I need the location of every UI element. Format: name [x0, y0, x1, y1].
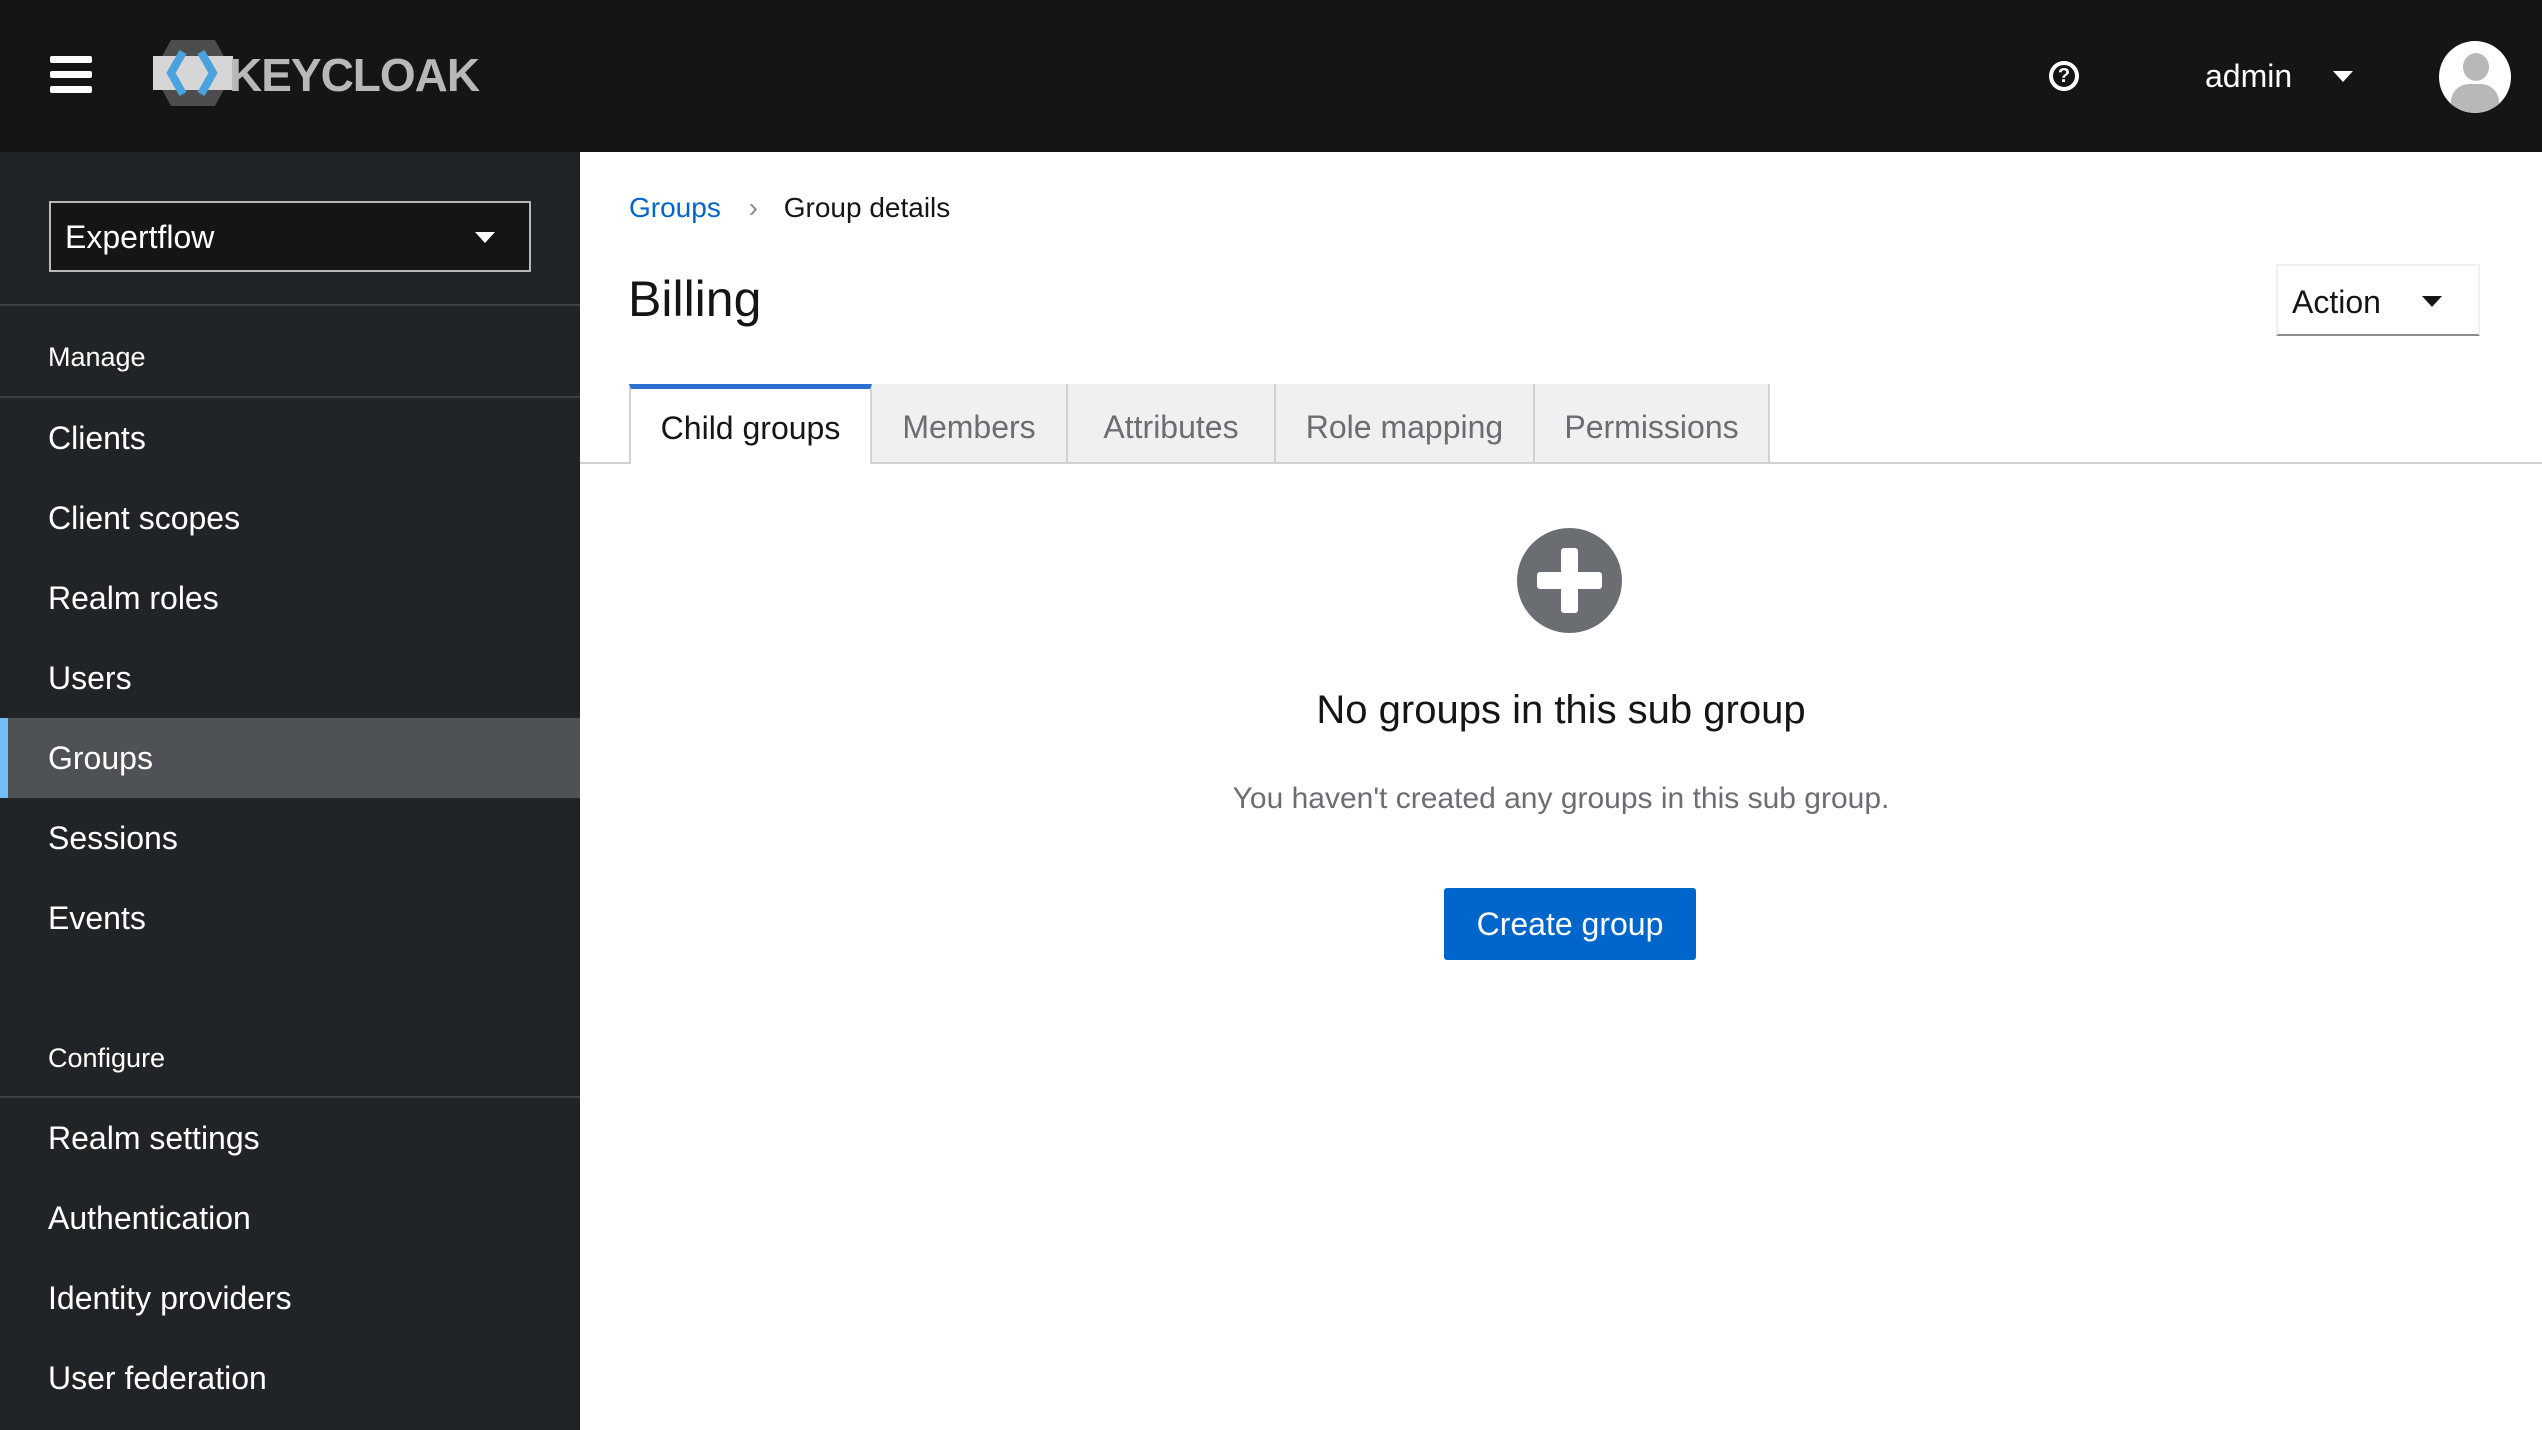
sidebar-item-clients[interactable]: Clients: [0, 398, 580, 478]
user-menu-toggle[interactable]: admin: [2205, 50, 2365, 102]
username: admin: [2205, 58, 2293, 94]
tab-child-groups[interactable]: Child groups: [629, 384, 872, 464]
sidebar-item-authentication[interactable]: Authentication: [0, 1178, 580, 1258]
action-dropdown[interactable]: Action: [2276, 264, 2480, 336]
tab-permissions[interactable]: Permissions: [1535, 384, 1770, 464]
hamburger-icon[interactable]: [50, 56, 92, 94]
sidebar-item-sessions[interactable]: Sessions: [0, 798, 580, 878]
sidebar: Expertflow Manage Clients Client scopes …: [0, 152, 580, 1430]
tab-role-mapping[interactable]: Role mapping: [1276, 384, 1535, 464]
keycloak-logo[interactable]: KEYCLOAK: [153, 40, 480, 106]
chevron-right-icon: ›: [748, 192, 758, 223]
tab-members[interactable]: Members: [872, 384, 1068, 464]
tab-attributes[interactable]: Attributes: [1068, 384, 1276, 464]
page-title: Billing: [628, 271, 762, 327]
caret-down-icon: [475, 232, 495, 243]
sidebar-item-realm-settings[interactable]: Realm settings: [0, 1098, 580, 1178]
realm-selector[interactable]: Expertflow: [49, 201, 531, 272]
caret-down-icon: [2333, 71, 2353, 82]
avatar[interactable]: [2439, 41, 2511, 113]
sidebar-item-users[interactable]: Users: [0, 638, 580, 718]
breadcrumb: Groups › Group details: [629, 192, 950, 224]
sidebar-item-client-scopes[interactable]: Client scopes: [0, 478, 580, 558]
section-configure: Configure: [48, 1043, 166, 1073]
sidebar-item-user-federation[interactable]: User federation: [0, 1338, 580, 1418]
keycloak-logo-icon: [153, 40, 233, 106]
sidebar-item-realm-roles[interactable]: Realm roles: [0, 558, 580, 638]
masthead: KEYCLOAK ? admin: [0, 0, 2542, 152]
realm-name: Expertflow: [65, 219, 215, 255]
section-manage: Manage: [48, 342, 146, 372]
empty-state-title: No groups in this sub group: [1316, 688, 1806, 732]
sidebar-item-events[interactable]: Events: [0, 878, 580, 958]
brand-name: KEYCLOAK: [229, 49, 480, 101]
sidebar-item-identity-providers[interactable]: Identity providers: [0, 1258, 580, 1338]
breadcrumb-current: Group details: [783, 192, 951, 223]
help-icon[interactable]: ?: [2049, 61, 2079, 91]
breadcrumb-groups-link[interactable]: Groups: [629, 192, 721, 223]
caret-down-icon: [2422, 296, 2442, 307]
divider: [0, 304, 580, 306]
empty-state-body: You haven't created any groups in this s…: [1232, 782, 1890, 815]
action-label: Action: [2292, 284, 2381, 320]
sidebar-item-groups[interactable]: Groups: [0, 718, 580, 798]
plus-circle-icon: [1517, 528, 1622, 633]
create-group-button[interactable]: Create group: [1444, 888, 1696, 960]
